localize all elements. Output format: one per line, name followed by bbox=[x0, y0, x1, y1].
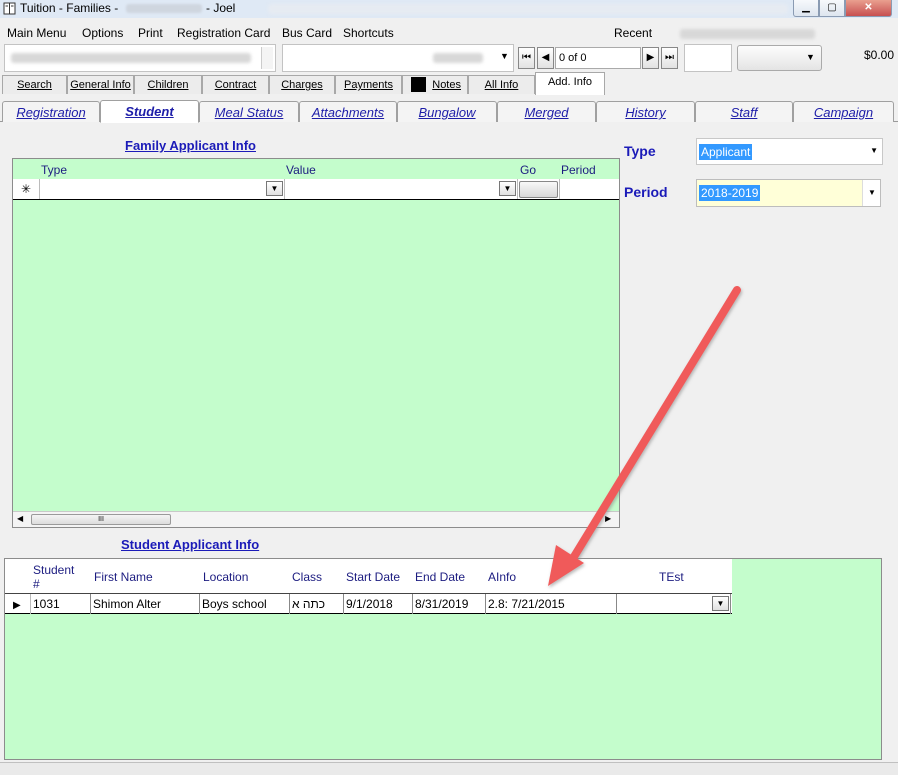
subtab-student[interactable]: Student bbox=[100, 100, 199, 123]
status-bar bbox=[0, 762, 898, 775]
